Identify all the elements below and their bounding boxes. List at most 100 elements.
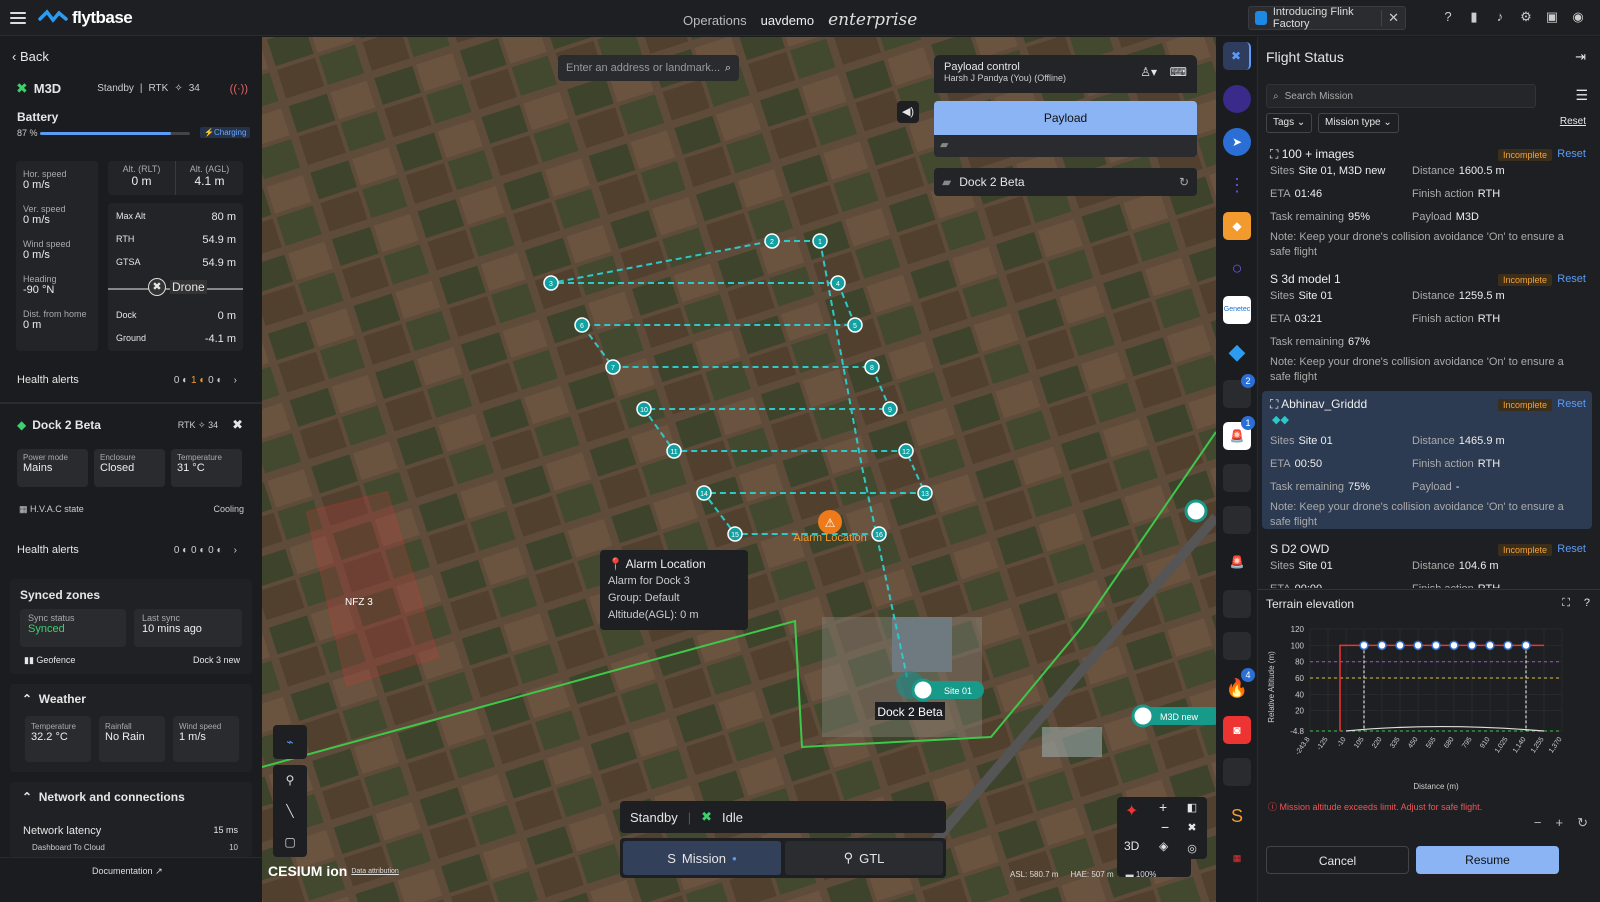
waypoint-marker[interactable]: 16 — [871, 526, 887, 542]
waypoint-marker[interactable]: 5 — [847, 317, 863, 333]
fullscreen-icon[interactable]: ⛶ — [1562, 597, 1570, 610]
analytics-icon[interactable]: ▮ — [1466, 9, 1482, 25]
waypoint-marker[interactable]: 3 — [543, 275, 559, 291]
filters-reset-link[interactable]: Reset — [1560, 116, 1586, 127]
reset-view-icon[interactable]: ↻ — [1577, 815, 1588, 831]
navigation-app-icon[interactable]: ➤ — [1223, 128, 1251, 156]
layers-icon[interactable]: ◈ — [1159, 839, 1168, 853]
waypoint-marker[interactable]: 6 — [574, 317, 590, 333]
collapse-icon[interactable]: ⇥ — [1575, 49, 1586, 65]
dock-tools-icon[interactable]: ✖ — [232, 417, 243, 433]
tab-mission[interactable]: S Mission ● — [623, 841, 781, 875]
network-toggle[interactable]: ⌃ Network and connections — [22, 790, 185, 804]
locate-icon[interactable]: ◎ — [1187, 842, 1197, 855]
waypoint-marker[interactable]: 8 — [864, 359, 880, 375]
ring-app-icon[interactable]: ○ — [1223, 254, 1251, 282]
grid-app-icon[interactable] — [1223, 590, 1251, 618]
siren-app-icon[interactable]: 🚨 — [1223, 548, 1251, 576]
mission-card[interactable]: ⛶ 100 + images Incomplete Reset Sites Site 0… — [1262, 141, 1592, 259]
layer-toggle-icon[interactable]: ⌁ — [273, 725, 307, 759]
attribution-link[interactable]: Data attribution — [351, 868, 398, 875]
resume-button[interactable]: Resume — [1416, 846, 1559, 874]
documentation-link[interactable]: Documentation ↗ — [92, 866, 163, 877]
user-toggle-icon[interactable]: ♙▾ — [1140, 65, 1157, 79]
compass-icon[interactable]: ✦ — [1125, 801, 1138, 821]
map-view[interactable]: 1 2 3 4 5 6 7 8 9 10 11 12 13 14 15 16 NFZ 3 ⚠ Alarm Lo… — [262, 37, 1216, 902]
m3d-marker[interactable]: M3D new — [1131, 704, 1216, 728]
operations-label[interactable]: Operations — [683, 13, 747, 28]
s-app-icon[interactable]: S — [1223, 802, 1251, 830]
refresh-icon[interactable]: ↻ — [1179, 175, 1189, 189]
aperture-app-icon[interactable]: ◆ — [1223, 212, 1251, 240]
flink-banner[interactable]: Introducing Flink Factory ✕ — [1248, 6, 1406, 30]
search-icon[interactable]: ⌕ — [725, 62, 731, 75]
gift-icon[interactable]: ▣ — [1544, 9, 1560, 25]
health-alerts-drone[interactable]: Health alerts 0 ◐ 1 ◐ 0 ◐ › — [17, 374, 237, 386]
close-icon[interactable]: ✕ — [1381, 10, 1399, 26]
waypoint-marker[interactable]: 11 — [666, 443, 682, 459]
help-icon[interactable]: ? — [1440, 9, 1456, 25]
menu-icon[interactable] — [10, 11, 26, 24]
grid-app-icon[interactable] — [1223, 632, 1251, 660]
genetec-app-icon[interactable]: Genetec — [1223, 296, 1251, 324]
address-search-input[interactable]: Enter an address or landmark... — [566, 62, 720, 74]
mission-card[interactable]: S D2 OWD Incomplete Reset Sites Site 01 Dista… — [1262, 536, 1592, 588]
cube-icon[interactable]: ◧ — [1187, 801, 1197, 814]
fit-icon[interactable]: ✖ — [1187, 821, 1196, 834]
polygon-tool-icon[interactable]: ▢ — [284, 835, 295, 849]
mission-reset-link[interactable]: Reset — [1557, 148, 1586, 160]
zoom-out-icon[interactable]: − — [1534, 815, 1542, 831]
mission-search-input[interactable]: Search Mission — [1285, 91, 1353, 102]
filter-settings-icon[interactable]: ☰ — [1575, 87, 1588, 104]
map-canvas[interactable]: 123 4567 891011 12131415 16 NFZ 3 ⚠ Alarm Lo… — [262, 37, 1216, 902]
org-name[interactable]: uavdemo — [761, 13, 814, 28]
stream-app-icon[interactable]: ⋮ — [1223, 171, 1251, 199]
app-icon-purple[interactable] — [1223, 85, 1251, 113]
keyboard-icon[interactable]: ⌨ — [1170, 65, 1187, 79]
address-search[interactable]: Enter an address or landmark... ⌕ — [558, 55, 739, 81]
waypoint-marker[interactable]: 7 — [605, 359, 621, 375]
weather-toggle[interactable]: ⌃ Weather — [22, 692, 86, 706]
waypoint-marker[interactable]: 9 — [882, 401, 898, 417]
help-icon[interactable]: ? — [1584, 597, 1590, 609]
view-3d-button[interactable]: 3D — [1124, 839, 1139, 853]
tab-gtl[interactable]: ⚲ GTL — [785, 841, 943, 875]
waypoint-marker[interactable]: 10 — [636, 401, 652, 417]
waypoint-marker[interactable]: 2 — [764, 233, 780, 249]
gear-icon[interactable]: ⚙ — [1518, 9, 1534, 25]
alarm-marker[interactable]: ⚠ — [818, 510, 842, 534]
brand-app-icon[interactable]: ▦ — [1223, 844, 1251, 872]
bell-icon[interactable]: ♪ — [1492, 9, 1508, 25]
mission-search[interactable]: ⌕ Search Mission — [1266, 84, 1536, 108]
health-alerts-dock[interactable]: Health alerts 0 ◐ 0 ◐ 0 ◐ › — [17, 544, 237, 556]
tags-filter[interactable]: Tags ⌄ — [1266, 113, 1313, 133]
drone-ops-icon[interactable]: ✖ — [1223, 42, 1251, 70]
line-tool-icon[interactable]: ╲ — [286, 804, 293, 818]
waypoint-marker[interactable]: 4 — [830, 275, 846, 291]
zoom-in-icon[interactable]: + — [1159, 799, 1167, 815]
dock-feed[interactable]: ▰ Dock 2 Beta ↻ — [934, 168, 1197, 196]
grid-app-icon[interactable] — [1223, 506, 1251, 534]
waypoint-marker[interactable]: 15 — [727, 526, 743, 542]
mission-reset-link[interactable]: Reset — [1557, 273, 1586, 285]
mission-reset-link[interactable]: Reset — [1557, 398, 1586, 410]
waypoint-marker[interactable]: 14 — [696, 485, 712, 501]
mission-reset-link[interactable]: Reset — [1557, 543, 1586, 555]
waypoint-marker[interactable]: 13 — [917, 485, 933, 501]
speaker-icon[interactable]: ◀) — [897, 101, 919, 123]
waypoint-marker[interactable]: 12 — [898, 443, 914, 459]
site-pin-icon[interactable] — [1184, 499, 1208, 523]
camera-app-icon[interactable]: ◙ — [1223, 716, 1251, 744]
zoom-in-icon[interactable]: + — [1556, 815, 1564, 831]
payload-button[interactable]: Payload — [934, 101, 1197, 135]
grid-app-icon[interactable] — [1223, 758, 1251, 786]
zoom-out-icon[interactable]: − — [1161, 819, 1169, 835]
profile-icon[interactable]: ◉ — [1570, 9, 1586, 25]
mission-card[interactable]: S 3d model 1 Incomplete Reset Sites Site 01 D… — [1262, 266, 1592, 384]
back-button[interactable]: ‹ Back — [12, 49, 49, 64]
grid-app-icon[interactable] — [1223, 464, 1251, 492]
cancel-button[interactable]: Cancel — [1266, 846, 1409, 874]
mission-type-filter[interactable]: Mission type ⌄ — [1318, 113, 1399, 133]
marker-tool-icon[interactable]: ⚲ — [286, 773, 295, 787]
diamond-app-icon[interactable]: ◆ — [1223, 338, 1251, 366]
